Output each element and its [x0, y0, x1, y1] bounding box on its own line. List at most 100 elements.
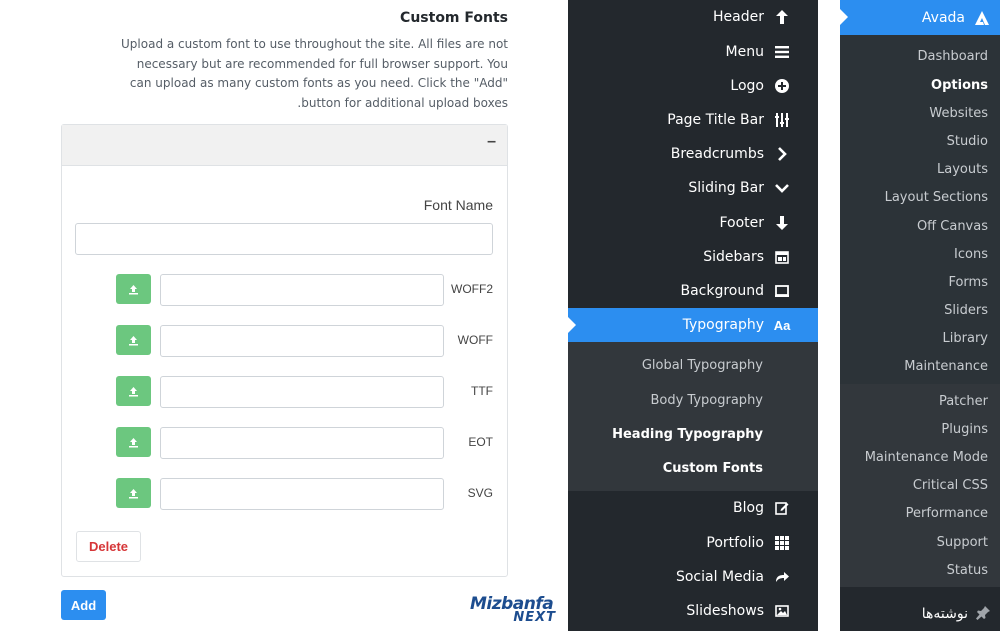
submenu-item-layouts[interactable]: Layouts [937, 162, 988, 177]
menu-item-slideshows[interactable]: Slideshows [568, 594, 818, 628]
upload-url-input[interactable] [160, 376, 444, 408]
submenu-item-off-canvas[interactable]: Off Canvas [917, 219, 988, 234]
menu-item-page-title-bar[interactable]: Page Title Bar [568, 103, 818, 137]
menu-item-breadcrumbs[interactable]: Breadcrumbs [568, 137, 818, 171]
submenu-item-critical-css[interactable]: Critical CSS [913, 478, 988, 493]
submenu-item-dashboard[interactable]: Dashboard [917, 49, 988, 64]
menu-item-label: Footer [719, 215, 764, 231]
upload-icon [129, 386, 138, 396]
monitor-icon [774, 283, 790, 299]
submenu-item-body-typography[interactable]: Body Typography [650, 393, 763, 408]
arrow-up-icon [774, 9, 790, 25]
typography-submenu: Global Typography Body Typography Headin… [568, 342, 818, 491]
submenu-item-layout-sections[interactable]: Layout Sections [885, 190, 988, 205]
submenu-item-sliders[interactable]: Sliders [944, 303, 988, 318]
menu-icon [774, 44, 790, 60]
upload-url-input[interactable] [160, 427, 444, 459]
submenu-item-performance[interactable]: Performance [906, 506, 988, 521]
upload-url-input[interactable] [160, 478, 444, 510]
arrow-down-icon [774, 215, 790, 231]
format-label: TTF [471, 384, 493, 398]
submenu-item-global-typography[interactable]: Global Typography [642, 358, 763, 373]
menu-item-background[interactable]: Background [568, 274, 818, 308]
section-description: Upload a custom font to use throughout t… [121, 37, 508, 110]
typography-icon: Aa [773, 317, 791, 333]
submenu-item-maintenance-mode[interactable]: Maintenance Mode [865, 450, 988, 465]
custom-fonts-panel: Custom Fonts Upload a custom font to use… [0, 0, 568, 631]
chevron-down-icon [774, 180, 790, 196]
menu-item-label: Sidebars [703, 249, 764, 265]
font-box-header[interactable]: – [62, 125, 507, 166]
submenu-item-forms[interactable]: Forms [948, 275, 988, 290]
menu-item-header[interactable]: Header [568, 0, 818, 34]
submenu-item-patcher[interactable]: Patcher [939, 394, 988, 409]
menu-item-footer[interactable]: Footer [568, 206, 818, 240]
upload-icon [129, 335, 138, 345]
menu-item-menu[interactable]: Menu [568, 35, 818, 69]
add-button[interactable]: Add [61, 590, 106, 620]
grid-icon [774, 535, 790, 551]
pin-icon [976, 605, 990, 623]
submenu-item-icons[interactable]: Icons [954, 247, 988, 262]
image-icon [774, 603, 790, 619]
upload-row-ttf: TTF [62, 376, 507, 408]
menu-item-label: Page Title Bar [667, 112, 764, 128]
sidebar-item-avada[interactable]: Avada [840, 0, 1000, 35]
sidebar-item-label: Avada [921, 9, 965, 26]
submenu-item-support[interactable]: Support [937, 535, 988, 550]
submenu-item-status[interactable]: Status [947, 563, 988, 578]
avada-logo-icon [975, 10, 989, 25]
edit-icon [774, 500, 790, 516]
menu-item-sliding-bar[interactable]: Sliding Bar [568, 171, 818, 205]
menu-item-typography[interactable]: Typography Aa [568, 308, 818, 342]
submenu-item-library[interactable]: Library [943, 331, 988, 346]
mizbanfa-logo: Mizbanfa NEXT [470, 594, 560, 626]
menu-item-label: Logo [730, 78, 764, 94]
upload-button[interactable] [116, 478, 151, 508]
upload-button[interactable] [116, 376, 151, 406]
plus-circle-icon [774, 78, 790, 94]
submenu-item-studio[interactable]: Studio [947, 134, 988, 149]
menu-item-logo[interactable]: Logo [568, 69, 818, 103]
menu-item-sidebars[interactable]: Sidebars [568, 240, 818, 274]
submenu-item-custom-fonts[interactable]: Custom Fonts [663, 461, 763, 476]
upload-row-woff2: WOFF2 [62, 274, 507, 306]
menu-item-blog[interactable]: Blog [568, 491, 818, 525]
format-label: WOFF [457, 333, 493, 347]
upload-url-input[interactable] [160, 274, 444, 306]
sliders-icon [774, 112, 790, 128]
logo-subtext: NEXT [513, 610, 556, 625]
chevron-right-icon [774, 146, 790, 162]
wp-admin-menu: Avada Dashboard Options Websites Studio … [840, 0, 1000, 631]
avada-submenu: Dashboard Options Websites Studio Layout… [840, 35, 1000, 384]
submenu-item-websites[interactable]: Websites [929, 106, 988, 121]
submenu-item-heading-typography[interactable]: Heading Typography [612, 427, 763, 442]
menu-item-label: Blog [733, 500, 764, 516]
menu-item-label: Portfolio [706, 535, 764, 551]
sidebar-item-posts[interactable]: نوشته‌ها [840, 597, 1000, 631]
upload-button[interactable] [116, 427, 151, 457]
upload-url-input[interactable] [160, 325, 444, 357]
format-label: EOT [468, 435, 493, 449]
share-icon [774, 569, 790, 585]
submenu-item-maintenance[interactable]: Maintenance [904, 359, 988, 374]
font-name-label: Font Name [423, 197, 493, 213]
sidebar-item-label: نوشته‌ها [921, 606, 968, 622]
menu-item-portfolio[interactable]: Portfolio [568, 526, 818, 560]
upload-button[interactable] [116, 325, 151, 355]
upload-button[interactable] [116, 274, 151, 304]
delete-button[interactable]: Delete [76, 531, 141, 562]
menu-item-label: Breadcrumbs [670, 146, 764, 162]
upload-icon [129, 488, 138, 498]
menu-item-social-media[interactable]: Social Media [568, 560, 818, 594]
section-title: Custom Fonts [400, 10, 508, 26]
menu-item-label: Slideshows [686, 603, 764, 619]
upload-icon [129, 437, 138, 447]
font-name-input[interactable] [75, 223, 493, 255]
submenu-item-plugins[interactable]: Plugins [941, 422, 988, 437]
submenu-item-options[interactable]: Options [931, 78, 988, 93]
collapse-icon[interactable]: – [487, 133, 496, 151]
upload-row-eot: EOT [62, 427, 507, 459]
upload-row-svg: SVG [62, 478, 507, 510]
format-label: SVG [467, 486, 493, 500]
